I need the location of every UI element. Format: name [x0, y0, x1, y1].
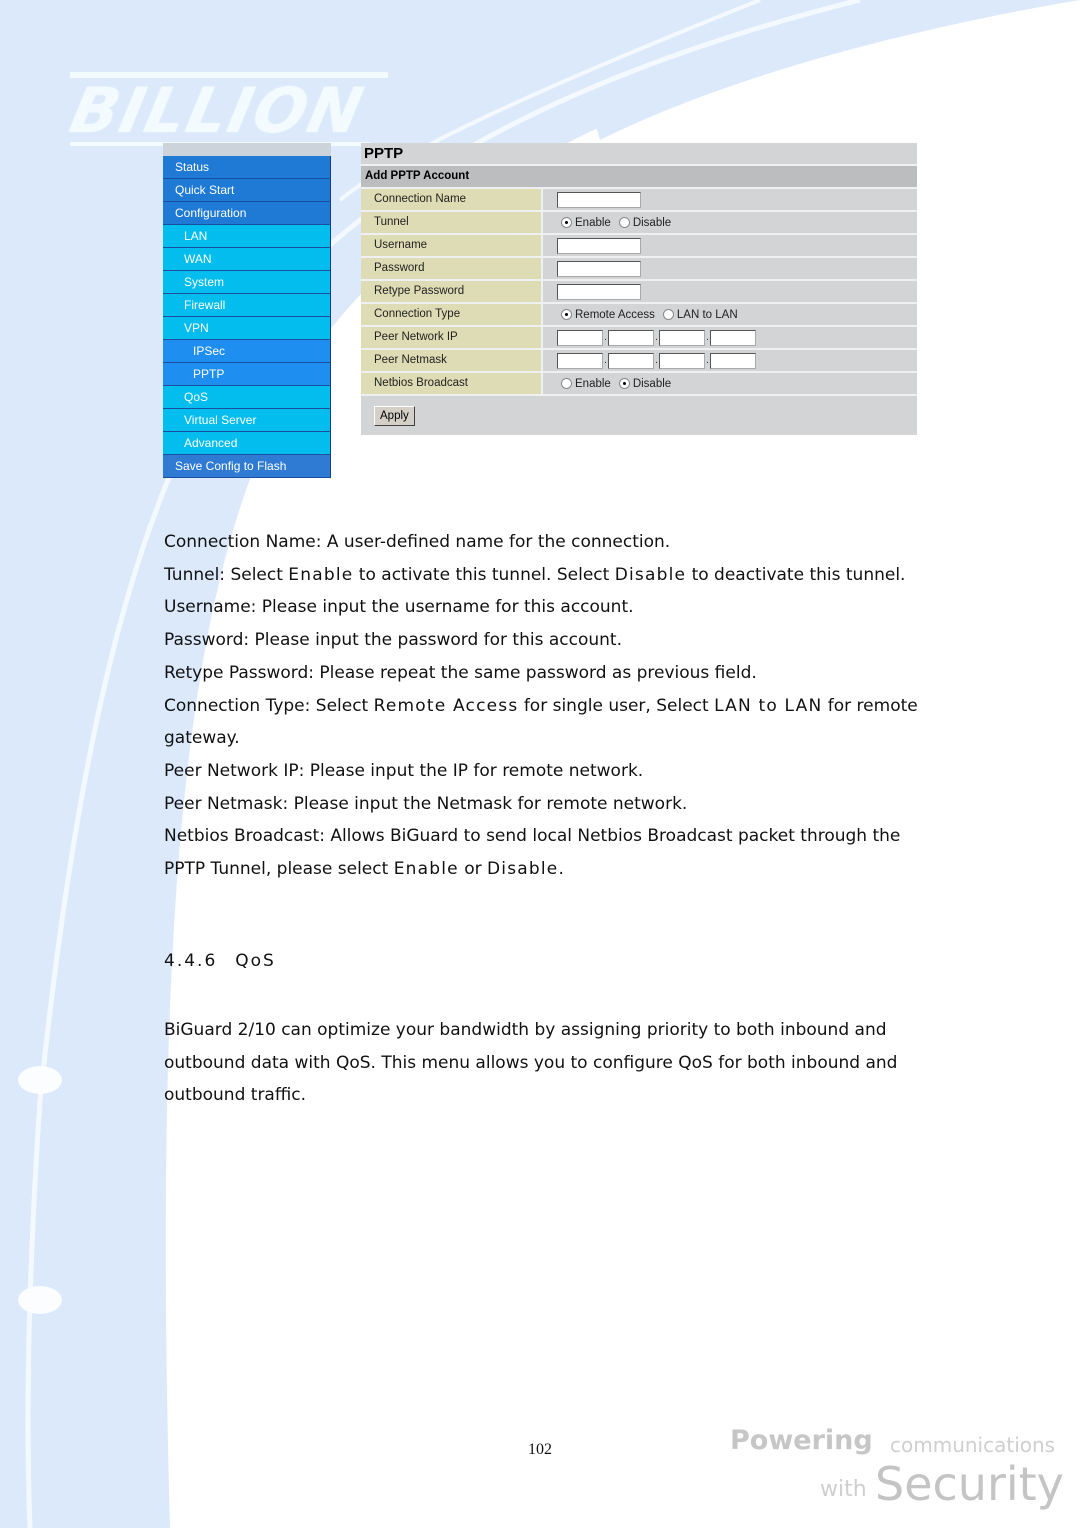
row-connection-name: Connection Name — [361, 189, 917, 212]
desc-tunnel-text-b: to activate this tunnel. Select — [353, 564, 615, 585]
desc-peer-network-ip: Peer Network IP: Please input the IP for… — [164, 760, 644, 781]
lan-to-lan-radio[interactable] — [662, 309, 674, 320]
netbios-disable-label: Disable — [632, 377, 672, 390]
row-password: Password — [361, 258, 917, 281]
tagline-with: with — [820, 1477, 867, 1502]
brand-tagline: Powering communications with Security — [730, 1425, 1075, 1525]
sidebar-item-virtual-server[interactable]: Virtual Server — [163, 409, 331, 432]
netbios-enable-radio[interactable] — [561, 378, 572, 389]
peer-netmask-octet-4[interactable] — [710, 352, 756, 369]
sidebar-item-status[interactable]: Status — [163, 156, 331, 179]
peer-network-ip-label: Peer Network IP — [361, 327, 543, 348]
panel-title: PPTP — [361, 143, 917, 166]
sidebar-item-qos[interactable]: QoS — [163, 386, 331, 409]
apply-button[interactable]: Apply — [374, 405, 415, 426]
sidebar-item-system[interactable]: System — [163, 271, 331, 294]
desc-peer-netmask: Peer Netmask: Please input the Netmask f… — [164, 793, 688, 814]
desc-username: Username: Please input the username for … — [164, 597, 634, 618]
peer-ip-octet-1[interactable] — [557, 329, 603, 346]
desc-conntype-lan: LAN to LAN — [714, 695, 823, 716]
retype-password-label: Retype Password — [361, 281, 543, 302]
sidebar-item-firewall[interactable]: Firewall — [163, 294, 331, 317]
sidebar-item-configuration[interactable]: Configuration — [163, 202, 331, 225]
netbios-enable-label: Enable — [575, 377, 611, 390]
sidebar-item-advanced[interactable]: Advanced — [163, 432, 331, 455]
desc-netbios-broadcast: Netbios Broadcast: Allows BiGuard to sen… — [164, 820, 944, 885]
desc-tunnel: Tunnel: Select Enable to activate this t… — [164, 559, 944, 592]
peer-ip-octet-3[interactable] — [659, 329, 705, 346]
desc-conntype-text-a: Connection Type: Select — [164, 695, 374, 716]
section-title: QoS — [235, 951, 276, 971]
desc-netbios-disable: Disable — [487, 859, 559, 880]
peer-netmask-octet-2[interactable] — [608, 352, 654, 369]
pptp-panel: PPTP Add PPTP Account Connection Name Tu… — [361, 143, 917, 435]
logo-text: BILLION — [64, 74, 371, 147]
desc-conntype-text-b: for single user, Select — [518, 695, 715, 716]
username-label: Username — [361, 235, 543, 256]
desc-tunnel-disable: Disable — [614, 564, 687, 585]
sidebar-item-wan[interactable]: WAN — [163, 248, 331, 271]
billion-logo: BILLION — [64, 70, 392, 148]
desc-connection-name: Connection Name: A user-defined name for… — [164, 532, 671, 552]
peer-ip-octet-2[interactable] — [608, 329, 654, 346]
desc-netbios-end: . — [558, 859, 564, 880]
password-label: Password — [361, 258, 543, 279]
remote-access-label: Remote Access — [575, 308, 655, 321]
retype-password-input[interactable] — [557, 283, 641, 300]
row-peer-netmask: Peer Netmask . . . — [361, 350, 917, 373]
password-input[interactable] — [557, 260, 641, 277]
section-number: 4.4.6 — [164, 951, 218, 971]
peer-ip-octet-4[interactable] — [710, 329, 756, 346]
row-retype-password: Retype Password — [361, 281, 917, 304]
desc-netbios-or: or — [458, 859, 487, 880]
section-intro-text: BiGuard 2/10 can optimize your bandwidth… — [164, 1020, 898, 1106]
sidebar-item-pptp[interactable]: PPTP — [163, 363, 331, 386]
section-heading: 4.4.6 QoS — [164, 951, 276, 971]
desc-netbios-enable: Enable — [393, 859, 459, 880]
netbios-broadcast-label: Netbios Broadcast — [361, 373, 543, 394]
tunnel-disable-label: Disable — [632, 216, 672, 229]
sidebar-item-save-config[interactable]: Save Config to Flash — [163, 455, 331, 478]
lan-to-lan-label: LAN to LAN — [676, 308, 738, 321]
tunnel-enable-radio[interactable] — [561, 217, 572, 228]
username-input[interactable] — [557, 237, 641, 254]
remote-access-radio[interactable] — [561, 309, 572, 320]
peer-netmask-octet-1[interactable] — [557, 352, 603, 369]
sidebar-item-quick-start[interactable]: Quick Start — [163, 179, 331, 202]
connection-name-input[interactable] — [557, 191, 641, 208]
section-intro: BiGuard 2/10 can optimize your bandwidth… — [164, 1014, 934, 1112]
peer-netmask-label: Peer Netmask — [361, 350, 543, 371]
desc-connection-type: Connection Type: Select Remote Access fo… — [164, 690, 944, 755]
page-number: 102 — [528, 1441, 552, 1458]
desc-tunnel-enable: Enable — [288, 564, 354, 585]
tagline-security: Security — [875, 1457, 1064, 1511]
tunnel-disable-radio[interactable] — [618, 217, 630, 228]
row-tunnel: Tunnel Enable Disable — [361, 212, 917, 235]
row-netbios-broadcast: Netbios Broadcast Enable Disable — [361, 373, 917, 396]
apply-row: Apply — [361, 396, 917, 435]
sidebar-item-lan[interactable]: LAN — [163, 225, 331, 248]
sidebar-item-ipsec[interactable]: IPSec — [163, 340, 331, 363]
desc-retype-password: Retype Password: Please repeat the same … — [164, 662, 757, 683]
peer-netmask-octet-3[interactable] — [659, 352, 705, 369]
field-descriptions: Connection Name: A user-defined name for… — [164, 526, 944, 886]
desc-password: Password: Please input the password for … — [164, 630, 622, 651]
connection-type-label: Connection Type — [361, 304, 543, 325]
row-peer-network-ip: Peer Network IP . . . — [361, 327, 917, 350]
desc-tunnel-text-c: to deactivate this tunnel. — [686, 564, 906, 585]
tunnel-label: Tunnel — [361, 212, 543, 233]
connection-name-label: Connection Name — [361, 189, 543, 210]
desc-conntype-remote: Remote Access — [373, 695, 519, 716]
row-username: Username — [361, 235, 917, 258]
netbios-disable-radio[interactable] — [618, 378, 630, 389]
panel-subtitle: Add PPTP Account — [361, 166, 917, 189]
sidebar-top-bar — [163, 143, 331, 156]
sidebar-menu: Status Quick Start Configuration LAN WAN… — [163, 143, 331, 478]
row-connection-type: Connection Type Remote Access LAN to LAN — [361, 304, 917, 327]
tunnel-enable-label: Enable — [575, 216, 611, 229]
desc-tunnel-text-a: Tunnel: Select — [164, 564, 289, 585]
sidebar-item-vpn[interactable]: VPN — [163, 317, 331, 340]
